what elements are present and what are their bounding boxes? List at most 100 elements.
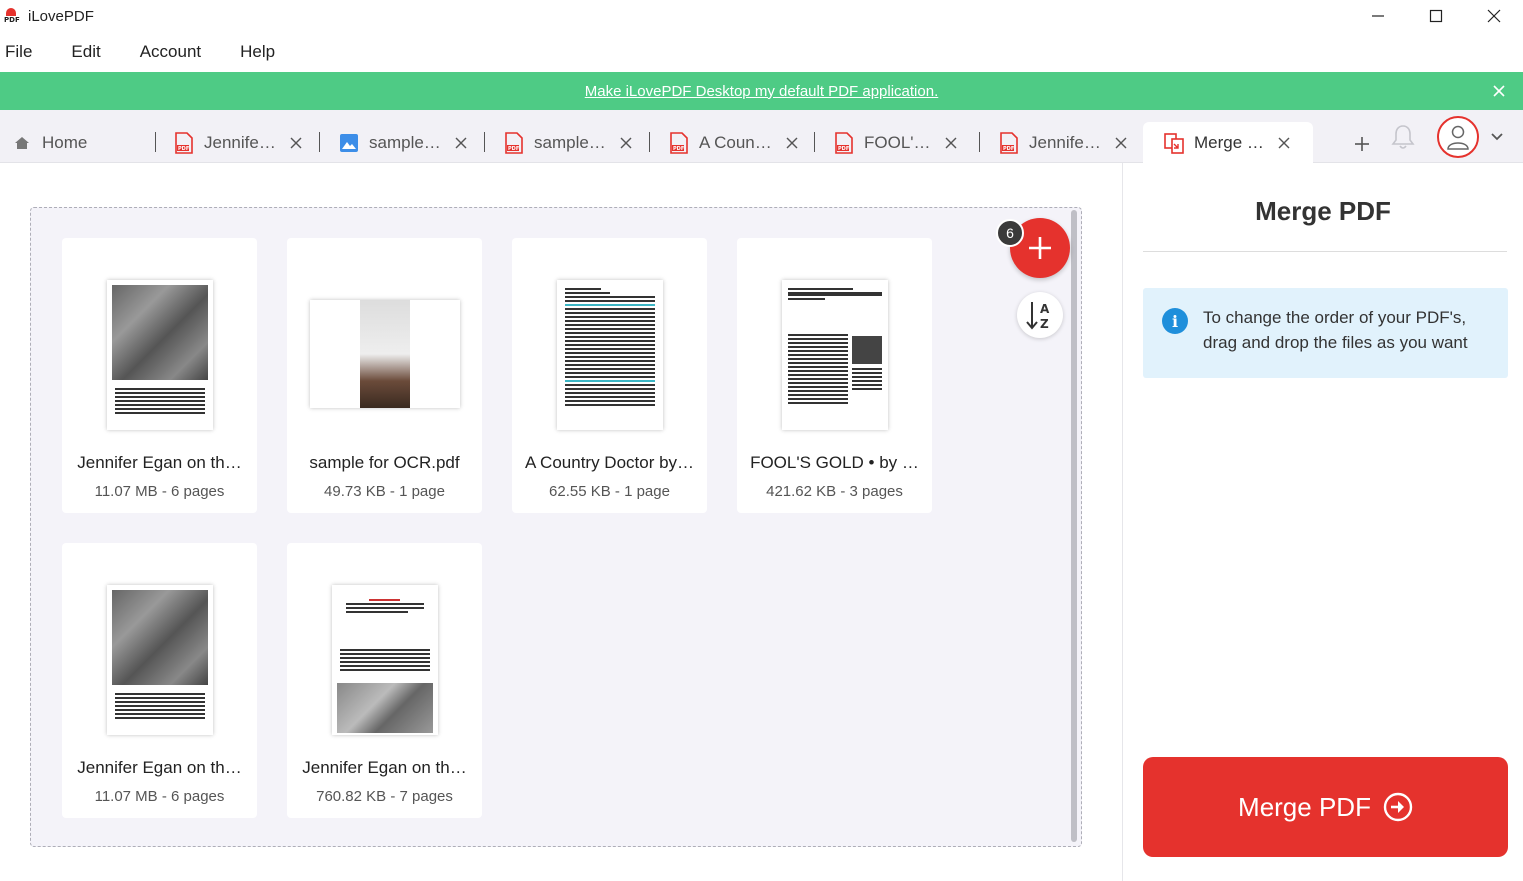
minimize-button[interactable] — [1349, 0, 1407, 32]
tab-country-doctor[interactable]: PDF A Coun… — [669, 122, 798, 163]
tab-bar: Home PDF Jennife… sample… PDF sample… PD… — [0, 110, 1523, 164]
file-card[interactable]: Jennifer Egan on th… 760.82 KB - 7 pages — [287, 543, 482, 818]
info-text: To change the order of your PDF's, drag … — [1203, 308, 1468, 352]
file-name: A Country Doctor by… — [524, 453, 695, 472]
divider — [1143, 251, 1507, 252]
file-meta: 62.55 KB - 1 page — [549, 483, 670, 500]
svg-text:A: A — [1040, 302, 1050, 316]
file-name: sample for OCR.pdf — [309, 453, 460, 472]
merge-pdf-button[interactable]: Merge PDF — [1143, 757, 1508, 857]
user-icon — [1447, 125, 1469, 150]
info-box: i To change the order of your PDF's, dra… — [1143, 288, 1508, 378]
file-card[interactable]: FOOL'S GOLD • by … 421.62 KB - 3 pages — [737, 238, 932, 513]
tab-sample-image[interactable]: sample… — [339, 122, 467, 163]
close-icon — [1487, 9, 1501, 23]
new-tab-plus-icon[interactable] — [1351, 133, 1373, 155]
tab-close-icon[interactable] — [620, 137, 632, 149]
ilovepdf-logo-icon: PDF — [4, 8, 20, 24]
tab-merge-pdf[interactable]: Merge … — [1143, 122, 1313, 164]
merge-side-panel: Merge PDF i To change the order of your … — [1122, 163, 1523, 881]
chevron-down-icon[interactable] — [1490, 132, 1504, 142]
file-card[interactable]: Jennifer Egan on th… 11.07 MB - 6 pages — [62, 238, 257, 513]
arrow-right-circle-icon — [1383, 792, 1413, 822]
file-meta: 760.82 KB - 7 pages — [316, 788, 453, 805]
file-card[interactable]: Jennifer Egan on th… 11.07 MB - 6 pages — [62, 543, 257, 818]
svg-text:PDF: PDF — [838, 146, 849, 152]
file-thumbnail — [106, 280, 213, 430]
home-icon — [15, 136, 29, 149]
tab-label: sample… — [534, 132, 606, 152]
title-bar: PDF iLovePDF — [0, 0, 1523, 32]
tab-fools-gold[interactable]: PDF FOOL'… — [834, 122, 957, 163]
menu-bar: File Edit Account Help — [0, 32, 1523, 72]
tab-label: Jennife… — [204, 132, 276, 152]
minimize-icon — [1372, 15, 1384, 17]
svg-text:Z: Z — [1040, 317, 1049, 331]
file-meta: 421.62 KB - 3 pages — [766, 483, 903, 500]
maximize-button[interactable] — [1407, 0, 1465, 32]
pdf-file-icon: PDF — [505, 131, 523, 154]
tab-label: Home — [42, 132, 88, 152]
pdf-file-icon: PDF — [1000, 131, 1018, 154]
default-app-banner: Make iLovePDF Desktop my default PDF app… — [0, 72, 1523, 110]
file-thumbnail — [309, 300, 460, 408]
file-thumbnail — [556, 280, 663, 430]
file-card[interactable]: A Country Doctor by… 62.55 KB - 1 page — [512, 238, 707, 513]
tab-close-icon[interactable] — [1115, 137, 1127, 149]
menu-account[interactable]: Account — [135, 42, 201, 62]
panel-title: Merge PDF — [1255, 196, 1391, 226]
file-meta: 11.07 MB - 6 pages — [94, 788, 225, 805]
file-meta: 49.73 KB - 1 page — [324, 483, 445, 500]
merge-pdf-icon — [1164, 133, 1184, 154]
tab-sample-pdf[interactable]: PDF sample… — [504, 122, 632, 163]
window-controls — [1349, 0, 1523, 32]
tab-close-icon[interactable] — [945, 137, 957, 149]
tab-jennifer-egan-1[interactable]: PDF Jennife… — [174, 122, 302, 163]
user-avatar[interactable] — [1437, 116, 1479, 158]
file-name: Jennifer Egan on th… — [302, 758, 467, 777]
image-file-icon — [340, 133, 358, 152]
file-name: Jennifer Egan on th… — [77, 758, 242, 777]
pdf-file-icon: PDF — [670, 131, 688, 154]
banner-close-icon[interactable] — [1491, 83, 1507, 99]
tab-label: sample… — [369, 132, 441, 152]
menu-edit[interactable]: Edit — [66, 42, 100, 62]
plus-icon — [1029, 237, 1051, 259]
pdf-file-icon: PDF — [835, 131, 853, 154]
pdf-file-icon: PDF — [175, 131, 193, 154]
svg-text:PDF: PDF — [1003, 146, 1014, 152]
tab-label: FOOL'… — [864, 132, 931, 152]
notification-bell-icon[interactable] — [1390, 123, 1416, 151]
file-thumbnail — [781, 280, 888, 430]
scrollbar[interactable] — [1071, 210, 1077, 842]
tab-close-icon[interactable] — [786, 137, 798, 149]
merge-button-label: Merge PDF — [1238, 791, 1371, 822]
make-default-link[interactable]: Make iLovePDF Desktop my default PDF app… — [585, 83, 939, 100]
tab-label: Jennife… — [1029, 132, 1101, 152]
info-icon: i — [1162, 308, 1188, 334]
menu-file[interactable]: File — [0, 42, 32, 62]
menu-help[interactable]: Help — [235, 42, 275, 62]
tab-close-icon[interactable] — [455, 137, 467, 149]
maximize-icon — [1429, 9, 1443, 23]
tab-home[interactable]: Home — [14, 122, 87, 163]
svg-text:PDF: PDF — [178, 146, 189, 152]
tab-label: Merge … — [1194, 133, 1264, 152]
file-card[interactable]: sample for OCR.pdf 49.73 KB - 1 page — [287, 238, 482, 513]
tab-close-icon[interactable] — [1278, 137, 1290, 149]
sort-alphabetical-icon: A Z — [1026, 302, 1050, 331]
file-thumbnail — [106, 585, 213, 735]
file-thumbnail — [331, 585, 438, 735]
tab-close-icon[interactable] — [290, 137, 302, 149]
file-name: Jennifer Egan on th… — [77, 453, 242, 472]
tab-jennifer-egan-2[interactable]: PDF Jennife… — [999, 122, 1127, 163]
close-window-button[interactable] — [1465, 0, 1523, 32]
svg-text:PDF: PDF — [673, 146, 684, 152]
file-meta: 11.07 MB - 6 pages — [94, 483, 225, 500]
file-count-badge: 6 — [996, 219, 1024, 247]
file-name: FOOL'S GOLD • by … — [750, 453, 919, 472]
sort-az-button[interactable]: A Z — [1017, 292, 1063, 338]
window-title: iLovePDF — [28, 7, 94, 25]
tab-label: A Coun… — [699, 132, 772, 152]
svg-text:PDF: PDF — [508, 146, 519, 152]
